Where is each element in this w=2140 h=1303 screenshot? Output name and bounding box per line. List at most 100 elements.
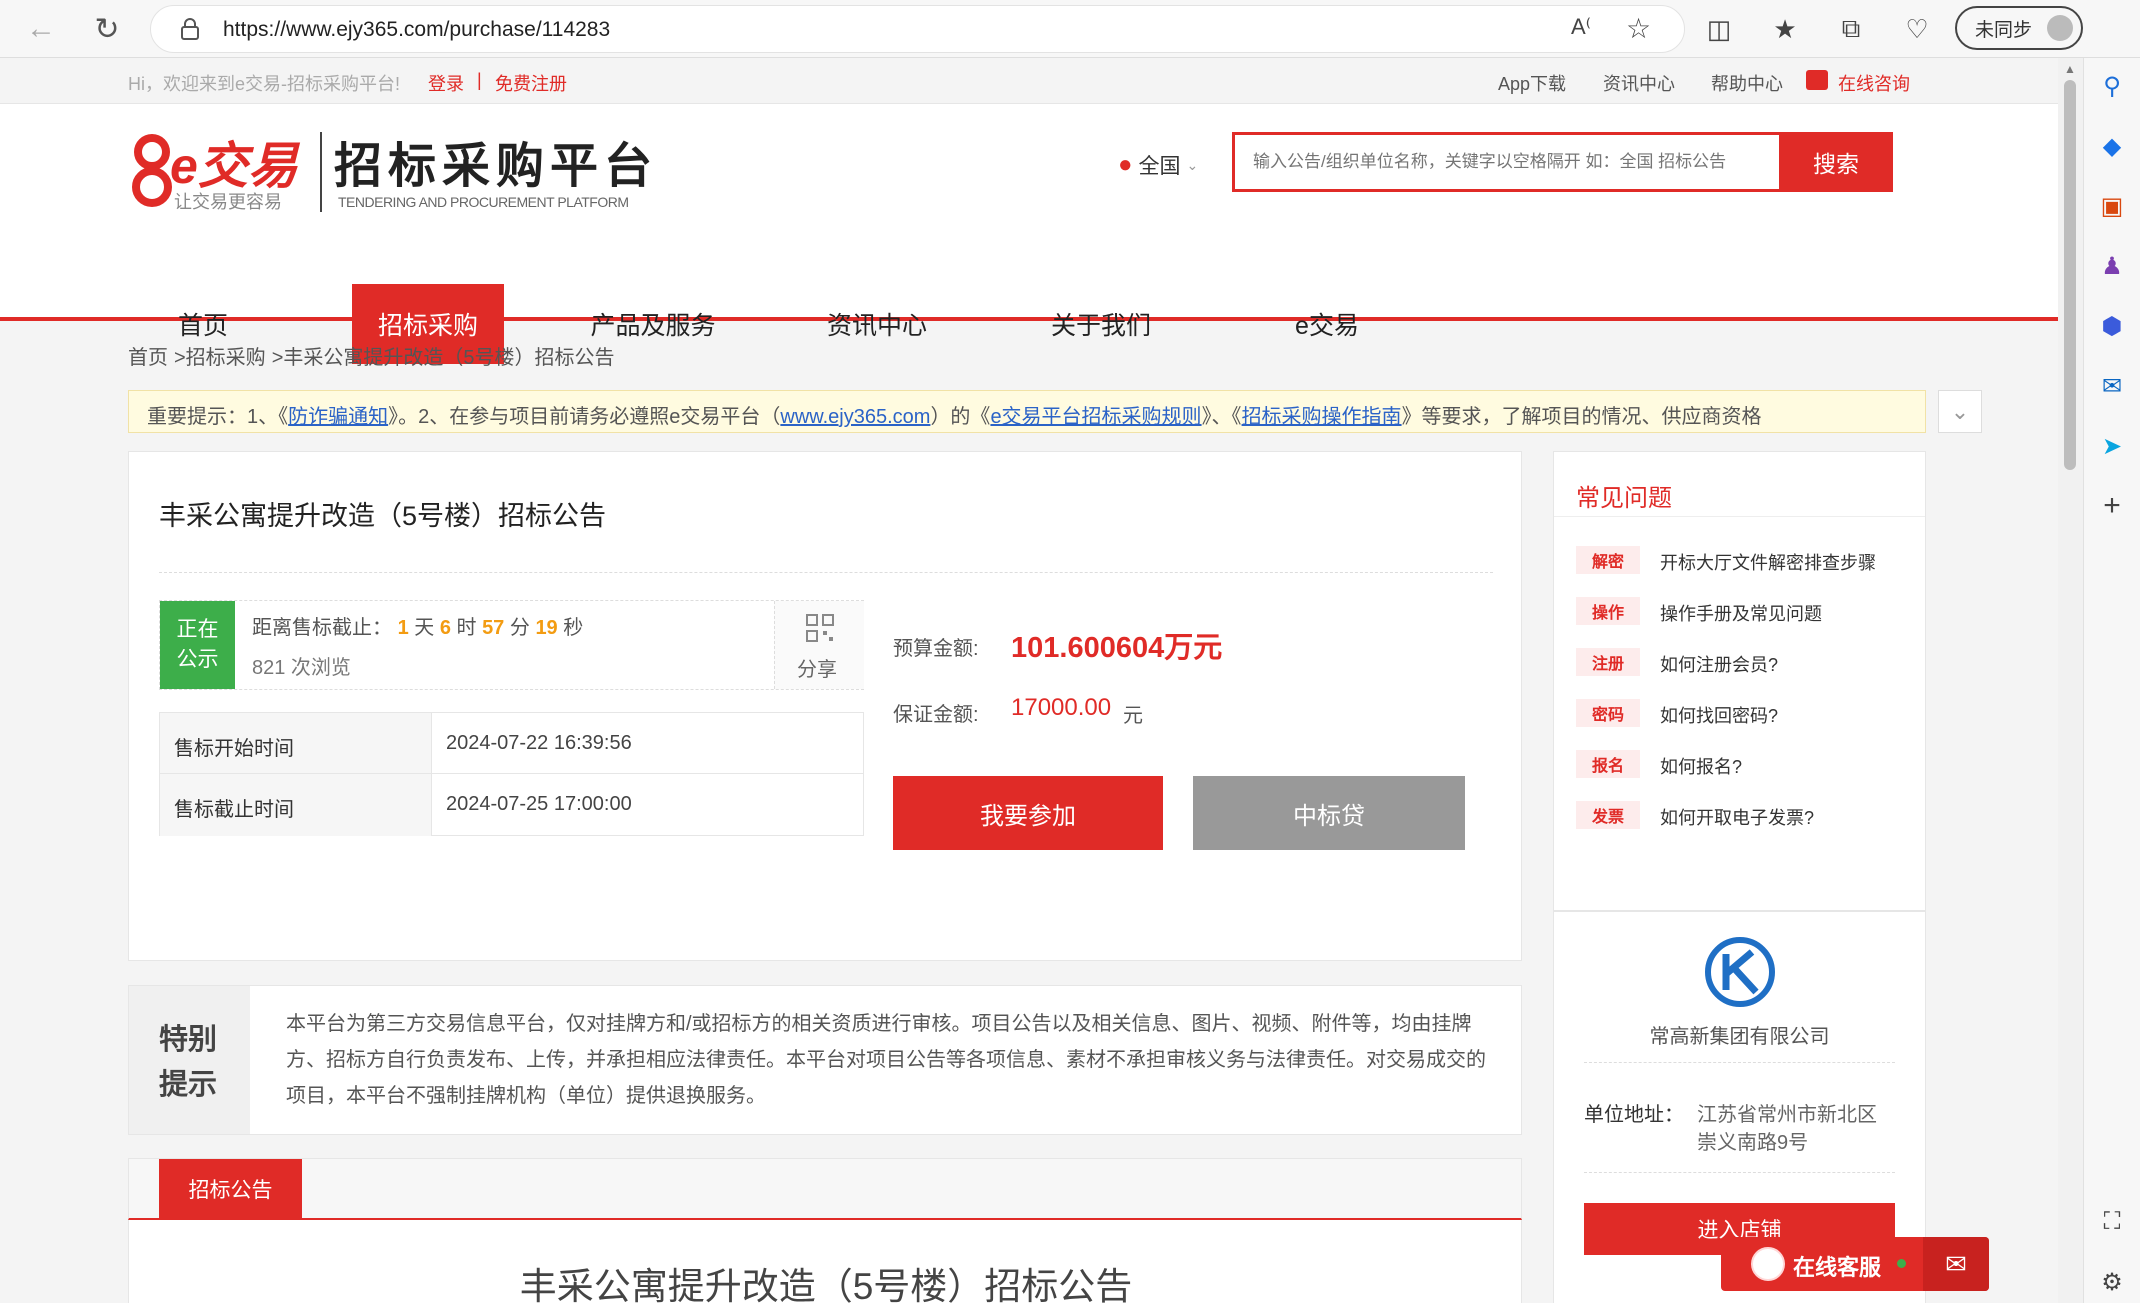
read-aloud-icon[interactable]: A⁽ [1571,14,1591,40]
breadcrumb-tendering[interactable]: >招标采购 [174,341,266,370]
lock-icon [181,18,199,40]
faq-item[interactable]: 注册 如何注册会员? [1554,646,1925,678]
location-pin-icon: ● [1118,151,1133,178]
login-link[interactable]: 登录 [428,70,464,96]
anti-fraud-link[interactable]: 防诈骗通知 [288,406,388,428]
tab-announcement[interactable]: 招标公告 [159,1159,302,1219]
split-screen-icon[interactable]: ◫ [1702,12,1736,46]
welcome-text: Hi，欢迎来到e交易-招标采购平台! [128,74,401,94]
search-input[interactable] [1235,135,1777,189]
search-box [1232,132,1782,192]
announcement-content: 丰采公寓提升改造（5号楼）招标公告 ⎙ 打印 [128,1220,1522,1303]
nav-ejy[interactable]: e交易 [1252,284,1402,364]
browser-essentials-icon[interactable]: ♡ [1900,12,1934,46]
site-logo[interactable]: e交易 让交易更容易 招标采购平台 TENDERING AND PROCUREM… [128,126,658,216]
share-button[interactable]: 分享 [774,601,864,689]
topbar-separator: | [477,70,482,90]
announcement-title: 丰采公寓提升改造（5号楼）招标公告 [519,1266,1133,1303]
budget-value: 101.600604万元 [1011,632,1223,664]
refresh-icon[interactable]: ↻ [86,8,128,50]
faq-tag: 密码 [1576,699,1640,727]
shopping-tag-icon[interactable]: ◆ [2096,130,2128,162]
countdown-seconds: 19 [535,617,558,639]
rules-link[interactable]: e交易平台招标采购规则 [990,406,1201,428]
sale-time-table: 售标开始时间 2024-07-22 16:39:56 售标截止时间 2024-0… [159,712,864,836]
browser-toolbar: ← ↻ https://www.ejy365.com/purchase/1142… [0,0,2140,58]
page-scrollbar[interactable]: ▲ [2058,58,2083,1303]
games-icon[interactable]: ♟ [2096,250,2128,282]
faq-item-text: 如何开取电子发票? [1660,808,1815,828]
send-icon[interactable]: ➤ [2096,430,2128,462]
sale-start-label: 售标开始时间 [160,713,432,774]
faq-item-text: 操作手册及常见问题 [1660,604,1822,624]
sync-label: 未同步 [1975,19,2033,41]
faq-divider [1554,516,1925,517]
search-icon[interactable]: ⚲ [2096,70,2128,102]
search-button[interactable]: 搜索 [1779,132,1893,192]
help-center-link[interactable]: 帮助中心 [1711,70,1783,96]
qr-code-icon [806,614,834,642]
collections-icon[interactable]: ⧉ [1834,12,1868,46]
outlook-icon[interactable]: ✉ [2096,370,2128,402]
profile-sync-button[interactable]: 未同步 [1955,6,2083,50]
notice-expand-chevron-icon[interactable]: ⌄ [1938,390,1982,433]
chat-message-icon[interactable]: ✉ [1923,1237,1989,1291]
scroll-up-icon[interactable]: ▲ [2064,62,2076,76]
faq-item[interactable]: 报名 如何报名? [1554,748,1925,780]
faq-item-text: 开标大厅文件解密排查步骤 [1660,553,1876,573]
nav-about-us[interactable]: 关于我们 [1026,284,1176,364]
project-info-panel: 丰采公寓提升改造（5号楼）招标公告 正在 公示 距离售标截止： 1 天 6 时 … [128,451,1522,961]
favorite-star-icon[interactable]: ☆ [1626,12,1651,45]
address-label: 单位地址： [1584,1104,1684,1126]
guide-link[interactable]: 招标采购操作指南 [1242,406,1402,428]
add-icon[interactable]: + [2096,489,2128,522]
deposit-unit: 元 [1123,705,1143,727]
company-logo-icon [1705,937,1775,1007]
address-bar[interactable]: https://www.ejy365.com/purchase/114283 A… [150,5,1685,53]
sale-end-value: 2024-07-25 17:00:00 [446,793,632,815]
site-url-link[interactable]: www.ejy365.com [780,406,930,428]
news-center-link[interactable]: 资讯中心 [1603,70,1675,96]
sale-start-value: 2024-07-22 16:39:56 [432,713,864,774]
page-viewport: Hi，欢迎来到e交易-招标采购平台! 登录 | 免费注册 App下载 资讯中心 … [0,58,2058,1303]
register-link[interactable]: 免费注册 [495,70,567,96]
faq-item[interactable]: 密码 如何找回密码? [1554,697,1925,729]
browser-sidebar: ⚲ ◆ ▣ ♟ ⬢ ✉ ➤ + ⛶ ⚙ [2083,58,2140,1303]
url-text: https://www.ejy365.com/purchase/114283 [223,18,611,41]
join-button[interactable]: 我要参加 [893,776,1163,850]
avatar-icon [2047,15,2073,41]
sale-end-label: 售标截止时间 [160,774,432,836]
bid-loan-button[interactable]: 中标贷 [1193,776,1465,850]
faq-tag: 解密 [1576,546,1640,574]
address-line-1: 江苏省常州市新北区 [1697,1104,1877,1126]
toolbox-icon[interactable]: ▣ [2096,190,2128,222]
notice-text-2: 》。2、在参与项目前请务必遵照e交易平台（ [388,406,781,428]
location-selector[interactable]: ● 全国 ⌄ [1118,150,1198,180]
notice-text-4: 》、《 [1201,406,1242,428]
notice-text-3: ）的《 [930,406,991,428]
copilot-icon[interactable]: ⬢ [2096,310,2128,342]
online-service-widget[interactable]: 在线客服 ✉ [1721,1237,1989,1291]
breadcrumb-home[interactable]: 首页 [128,341,168,370]
faq-item[interactable]: 操作 操作手册及常见问题 [1554,595,1925,627]
settings-gear-icon[interactable]: ⚙ [2096,1266,2128,1298]
favorites-icon[interactable]: ★ [1768,12,1802,46]
faq-tag: 报名 [1576,750,1640,778]
site-header: e交易 让交易更容易 招标采购平台 TENDERING AND PROCUREM… [0,104,2058,364]
app-download-link[interactable]: App下载 [1498,70,1566,96]
view-count: 821 次浏览 [252,657,351,679]
faq-item[interactable]: 解密 开标大厅文件解密排查步骤 [1554,544,1925,576]
scroll-thumb[interactable] [2064,80,2076,470]
agent-avatar-icon [1751,1247,1785,1281]
nav-news-center[interactable]: 资讯中心 [802,284,952,364]
special-notice-title: 特别 提示 [129,986,250,1134]
online-consult-link[interactable]: 在线咨询 [1838,70,1910,96]
faq-tag: 注册 [1576,648,1640,676]
notice-text-1: 重要提示：1、《 [147,406,289,428]
deposit-label: 保证金额: [893,704,979,726]
project-title: 丰采公寓提升改造（5号楼）招标公告 [159,501,607,531]
seconds-unit: 秒 [563,617,584,639]
back-icon[interactable]: ← [20,8,62,50]
faq-item[interactable]: 发票 如何开取电子发票? [1554,799,1925,831]
screenshot-icon[interactable]: ⛶ [2096,1206,2128,1238]
